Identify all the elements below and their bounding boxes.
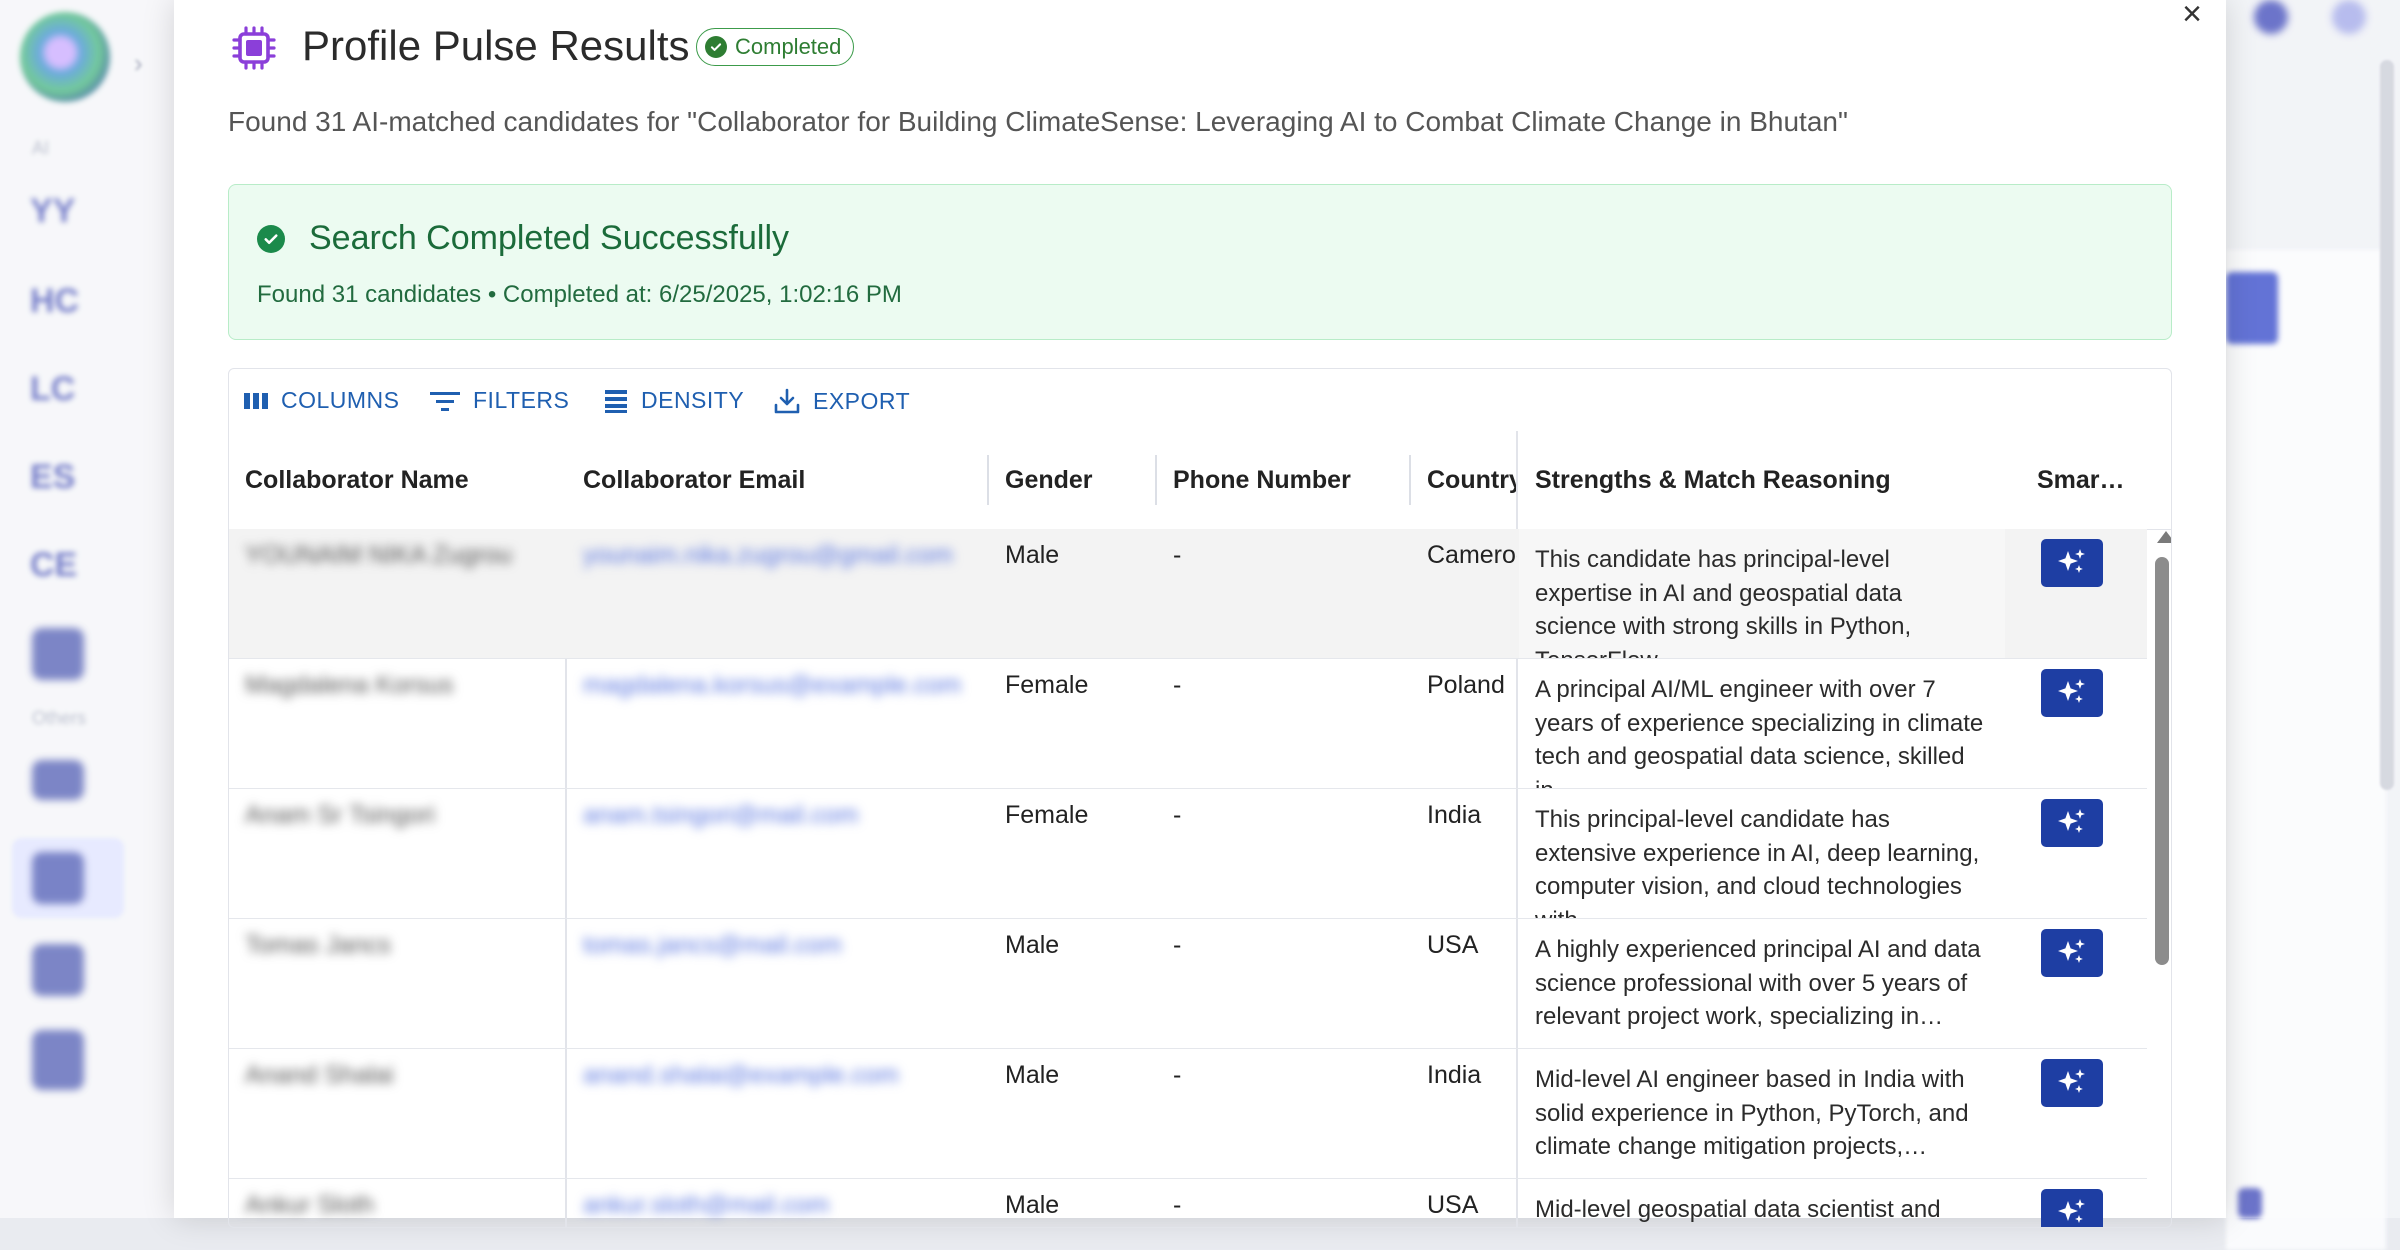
grid-scrollbar-thumb[interactable] — [2155, 557, 2169, 965]
sparkle-icon — [2058, 549, 2085, 573]
table-row[interactable]: Magdalena Korsus magdalena.korsus@exampl… — [229, 659, 2147, 789]
density-icon — [605, 389, 627, 413]
check-circle-icon — [705, 36, 727, 58]
cell-strengths: Mid-level geospatial data scientist and — [1535, 1196, 1941, 1223]
smart-match-button[interactable] — [2041, 539, 2103, 587]
cell-phone: - — [1173, 1191, 1182, 1219]
cell-name: Anand Shalai — [245, 1061, 394, 1089]
smart-match-button[interactable] — [2041, 669, 2103, 717]
column-header-strengths[interactable]: Strengths & Match Reasoning — [1519, 431, 2019, 529]
cell-gender: Female — [1005, 801, 1089, 829]
check-circle-icon — [257, 225, 285, 253]
filter-icon — [430, 391, 460, 411]
sparkle-icon — [2058, 939, 2085, 963]
cell-name: Tomas Jancs — [245, 931, 391, 959]
cell-country: USA — [1427, 1191, 1479, 1219]
cell-strengths: A highly experienced principal AI and da… — [1535, 936, 1981, 1030]
success-heading: Search Completed Successfully — [309, 219, 790, 257]
cell-strengths: This candidate has principal-level exper… — [1519, 529, 2005, 658]
smart-match-button[interactable] — [2041, 929, 2103, 977]
density-label: DENSITY — [641, 387, 745, 413]
cell-gender: Male — [1005, 541, 1060, 569]
cell-name: Anam Sr Tsingori — [245, 801, 435, 829]
filters-button[interactable]: FILTERS — [429, 387, 569, 414]
cell-name: YOUNAIM NIKA Zugrou — [245, 541, 512, 569]
cpu-chip-icon — [232, 26, 276, 70]
status-badge-label: Completed — [735, 34, 842, 59]
cell-email[interactable]: ankur.sloth@mail.com — [567, 1179, 987, 1227]
column-header-country[interactable]: Country — [1411, 431, 1517, 529]
cell-country: India — [1427, 1061, 1482, 1089]
modal-title: Profile Pulse Results — [302, 22, 690, 69]
smart-match-button[interactable] — [2041, 799, 2103, 847]
column-header-gender[interactable]: Gender — [989, 431, 1155, 529]
cell-country: India — [1427, 801, 1482, 829]
cell-gender: Male — [1005, 931, 1060, 959]
results-summary: Found 31 AI-matched candidates for "Coll… — [228, 106, 1848, 137]
column-header-phone[interactable]: Phone Number — [1157, 431, 1409, 529]
success-detail: Found 31 candidates • Completed at: 6/25… — [257, 281, 902, 308]
columns-icon — [244, 392, 268, 409]
table-row[interactable]: YOUNAIM NIKA Zugrou younaim.nika.zugrou@… — [229, 529, 2147, 659]
table-row[interactable]: Anand Shalai anand.shalai@example.com Ma… — [229, 1049, 2147, 1179]
close-icon[interactable]: × — [2174, 0, 2210, 32]
cell-strengths: This principal-level candidate has exten… — [1535, 806, 1980, 918]
columns-button[interactable]: COLUMNS — [243, 387, 400, 414]
cell-strengths: Mid-level AI engineer based in India wit… — [1535, 1066, 1969, 1160]
sparkle-icon — [2058, 809, 2085, 833]
density-button[interactable]: DENSITY — [603, 387, 744, 414]
cell-email[interactable]: tomas.jancs@mail.com — [567, 919, 987, 1048]
status-badge: Completed — [696, 28, 855, 66]
grid-header: Collaborator Name Collaborator Email Gen… — [229, 431, 2171, 530]
export-label: EXPORT — [813, 387, 911, 414]
cell-phone: - — [1173, 931, 1182, 959]
export-button[interactable]: EXPORT — [773, 387, 910, 415]
columns-label: COLUMNS — [281, 387, 400, 413]
cell-email[interactable]: anand.shalai@example.com — [567, 1049, 987, 1178]
cell-phone: - — [1173, 671, 1182, 699]
smart-match-button[interactable] — [2041, 1059, 2103, 1107]
cell-email[interactable]: younaim.nika.zugrou@gmail.com — [567, 529, 987, 658]
cell-phone: - — [1173, 1061, 1182, 1089]
download-icon — [774, 388, 800, 414]
column-header-email[interactable]: Collaborator Email — [567, 431, 987, 529]
table-row[interactable]: Anam Sr Tsingori anam.tsingori@mail.com … — [229, 789, 2147, 919]
candidates-grid: COLUMNS FILTERS DENSITY EXPORT Collabora… — [228, 368, 2172, 1228]
cell-country: Poland — [1427, 671, 1505, 699]
grid-toolbar: COLUMNS FILTERS DENSITY EXPORT — [229, 369, 2171, 431]
cell-gender: Male — [1005, 1191, 1060, 1219]
cell-phone: - — [1173, 801, 1182, 829]
cell-name: Magdalena Korsus — [245, 671, 454, 699]
sparkle-icon — [2058, 1199, 2085, 1223]
grid-body: YOUNAIM NIKA Zugrou younaim.nika.zugrou@… — [229, 529, 2147, 1227]
cell-gender: Male — [1005, 1061, 1060, 1089]
scroll-up-arrow-icon[interactable] — [2157, 531, 2171, 543]
cell-strengths: A principal AI/ML engineer with over 7 y… — [1535, 676, 1984, 788]
sparkle-icon — [2058, 1069, 2085, 1093]
cell-email[interactable]: magdalena.korsus@example.com — [567, 659, 987, 788]
results-modal: × Profile Pulse Results Completed Found … — [174, 0, 2226, 1228]
sparkle-icon — [2058, 679, 2085, 703]
table-row[interactable]: Tomas Jancs tomas.jancs@mail.com Male - … — [229, 919, 2147, 1049]
column-header-name[interactable]: Collaborator Name — [229, 431, 565, 529]
smart-match-button[interactable] — [2041, 1189, 2103, 1227]
cell-email[interactable]: anam.tsingori@mail.com — [567, 789, 987, 918]
cell-country: USA — [1427, 931, 1479, 959]
cell-country: Cameroon — [1427, 541, 1517, 569]
cell-phone: - — [1173, 541, 1182, 569]
success-alert: Search Completed Successfully Found 31 c… — [228, 184, 2172, 340]
filters-label: FILTERS — [473, 387, 570, 413]
cell-name: Ankur Sloth — [245, 1191, 375, 1219]
table-row[interactable]: Ankur Sloth ankur.sloth@mail.com Male - … — [229, 1179, 2147, 1227]
cell-gender: Female — [1005, 671, 1089, 699]
column-header-smart[interactable]: Smar… — [2021, 431, 2151, 529]
